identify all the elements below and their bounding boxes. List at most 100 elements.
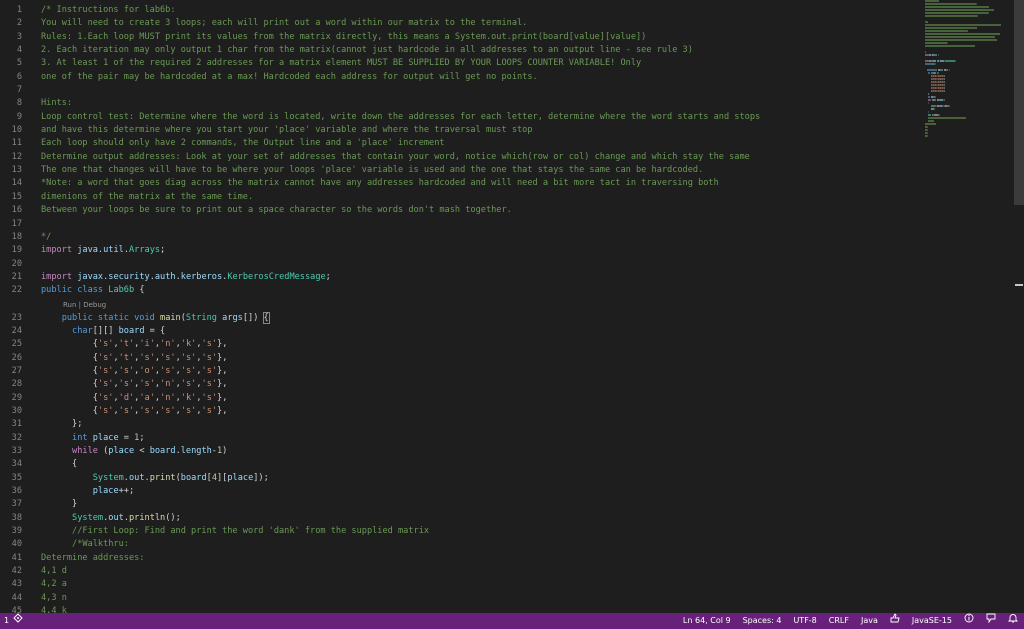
code-line[interactable]: 7 (0, 84, 920, 97)
minimap-row (925, 48, 1015, 50)
line-number: 13 (11, 165, 22, 176)
code-line[interactable]: 9 Loop control test: Determine where the … (0, 111, 920, 124)
code-line[interactable]: 26 {'s','t','s','s','s','s'}, (0, 352, 920, 365)
code-line[interactable]: 5 3. At least 1 of the required 2 address… (0, 57, 920, 70)
code-token: int (72, 432, 93, 443)
notifications-bell-icon[interactable] (1007, 613, 1019, 629)
encoding[interactable]: UTF-8 (793, 613, 816, 629)
minimap[interactable] (925, 0, 1015, 140)
code-token: ; (325, 271, 331, 282)
code-text: 4,3 n (41, 592, 67, 605)
code-token: import (41, 245, 78, 256)
minimap-row (925, 15, 1015, 17)
codelens-run-debug[interactable]: Run | Debug (0, 298, 920, 312)
minimap-row (925, 24, 1015, 26)
code-token: java (77, 245, 98, 256)
code-text: /*Walkthru: (41, 538, 129, 551)
code-token: 's' (97, 405, 114, 416)
code-line[interactable]: 23 public static void main(String args[]… (0, 311, 920, 325)
code-line[interactable]: 45 4,4 k (0, 605, 920, 613)
code-line[interactable]: 20 (0, 258, 920, 271)
code-line[interactable]: 15 dimenions of the matrix at the same ti… (0, 191, 920, 204)
code-token: KerberosCredMessage (227, 271, 326, 282)
code-line[interactable]: 2 You will need to create 3 loops; each w… (0, 17, 920, 30)
indentation[interactable]: Spaces: 4 (743, 613, 782, 629)
java-version[interactable]: JavaSE-15 (912, 613, 952, 629)
code-line[interactable]: 18 */ (0, 231, 920, 244)
code-token: Determine addresses: (41, 552, 145, 563)
code-token: dimenions of the matrix at the same time… (41, 191, 254, 202)
code-line[interactable]: 11 Each loop should only have 2 commands,… (0, 137, 920, 150)
code-token: println (129, 512, 166, 523)
code-line[interactable]: 39 //First Loop: Find and print the word… (0, 525, 920, 538)
minimap-row (925, 81, 1015, 83)
minimap-row (925, 36, 1015, 38)
java-projects-icon[interactable] (13, 613, 23, 629)
code-token: 's' (201, 405, 218, 416)
code-line[interactable]: 4 2. Each iteration may only output 1 cha… (0, 44, 920, 57)
code-line[interactable]: 35 System.out.print(board[4][place]); (0, 472, 920, 485)
code-line[interactable]: 33 while (place < board.length-1) (0, 445, 920, 458)
code-line[interactable]: 44 4,3 n (0, 592, 920, 605)
problems-count[interactable]: 1 (4, 613, 9, 629)
code-line[interactable]: 10 and have this determine where you star… (0, 124, 920, 137)
code-line[interactable]: 43 4,2 a (0, 578, 920, 591)
code-token: []) (242, 312, 264, 323)
code-line[interactable]: 19 import java.util.Arrays; (0, 244, 920, 257)
minimap-row (925, 0, 1015, 2)
code-line[interactable]: 24 char[][] board = { (0, 325, 920, 338)
code-line[interactable]: 6 one of the pair may be hardcoded at a m… (0, 71, 920, 84)
code-token: { (41, 352, 98, 363)
code-line[interactable]: 27 {'s','s','o','s','s','s'}, (0, 365, 920, 378)
code-line[interactable]: 12 Determine output addresses: Look at yo… (0, 151, 920, 164)
code-line[interactable]: 25 {'s','t','i','n','k','s'}, (0, 338, 920, 351)
code-lines[interactable]: 1 /* Instructions for lab6b: 2 You will nee… (0, 4, 920, 613)
language-mode[interactable]: Java (861, 613, 878, 629)
code-token: javax (77, 271, 104, 282)
code-text: {'s','t','s','s','s','s'}, (41, 352, 228, 365)
code-line[interactable]: 34 { (0, 458, 920, 471)
run-debug-codelens[interactable]: Run | Debug (63, 298, 106, 312)
code-line[interactable]: 42 4,1 d (0, 565, 920, 578)
code-line[interactable]: 30 {'s','s','s','s','s','s'}, (0, 405, 920, 418)
code-line[interactable]: 31 }; (0, 418, 920, 431)
info-icon[interactable] (964, 613, 974, 629)
code-line[interactable]: 32 int place = 1; (0, 432, 920, 445)
code-line[interactable]: 16 Between your loops be sure to print ou… (0, 204, 920, 217)
code-token: place (227, 472, 254, 483)
code-line[interactable]: 21 import javax.security.auth.kerberos.Ke… (0, 271, 920, 284)
code-token: auth (154, 271, 176, 282)
code-line[interactable]: 37 } (0, 498, 920, 511)
line-number: 16 (11, 205, 22, 216)
code-line[interactable]: 14 *Note: a word that goes diag across th… (0, 177, 920, 190)
line-number: 15 (11, 191, 22, 202)
code-token: public static void (61, 312, 161, 323)
code-token: 4,4 k (41, 606, 67, 613)
minimap-row (925, 72, 1015, 74)
code-line[interactable]: 28 {'s','s','s','n','s','s'}, (0, 378, 920, 391)
minimap-row (925, 99, 1015, 101)
code-line[interactable]: 13 The one that changes will have to be w… (0, 164, 920, 177)
code-line[interactable]: 41 Determine addresses: (0, 552, 920, 565)
code-token: 's' (160, 365, 176, 376)
code-line[interactable]: 29 {'s','d','a','n','k','s'}, (0, 392, 920, 405)
code-token: 's' (97, 379, 114, 390)
vertical-scrollbar[interactable] (1014, 0, 1024, 205)
code-line[interactable]: 1 /* Instructions for lab6b: (0, 4, 920, 17)
code-line[interactable]: 40 /*Walkthru: (0, 538, 920, 551)
thumbs-up-icon[interactable] (890, 613, 900, 629)
code-line[interactable]: 8 Hints: (0, 97, 920, 110)
code-token: String (185, 312, 217, 323)
code-editor[interactable]: 1 /* Instructions for lab6b: 2 You will nee… (0, 0, 1024, 613)
code-token: 's' (201, 352, 218, 363)
code-line[interactable]: 22 public class Lab6b { (0, 284, 920, 297)
code-line[interactable]: 38 System.out.println(); (0, 512, 920, 525)
line-endings[interactable]: CRLF (829, 613, 849, 629)
cursor-position[interactable]: Ln 64, Col 9 (683, 613, 731, 629)
code-line[interactable]: 3 Rules: 1.Each loop MUST print its value… (0, 31, 920, 44)
code-text: int place = 1; (41, 432, 144, 445)
feedback-icon[interactable] (986, 613, 996, 629)
code-line[interactable]: 17 (0, 218, 920, 231)
code-line[interactable]: 36 place++; (0, 485, 920, 498)
